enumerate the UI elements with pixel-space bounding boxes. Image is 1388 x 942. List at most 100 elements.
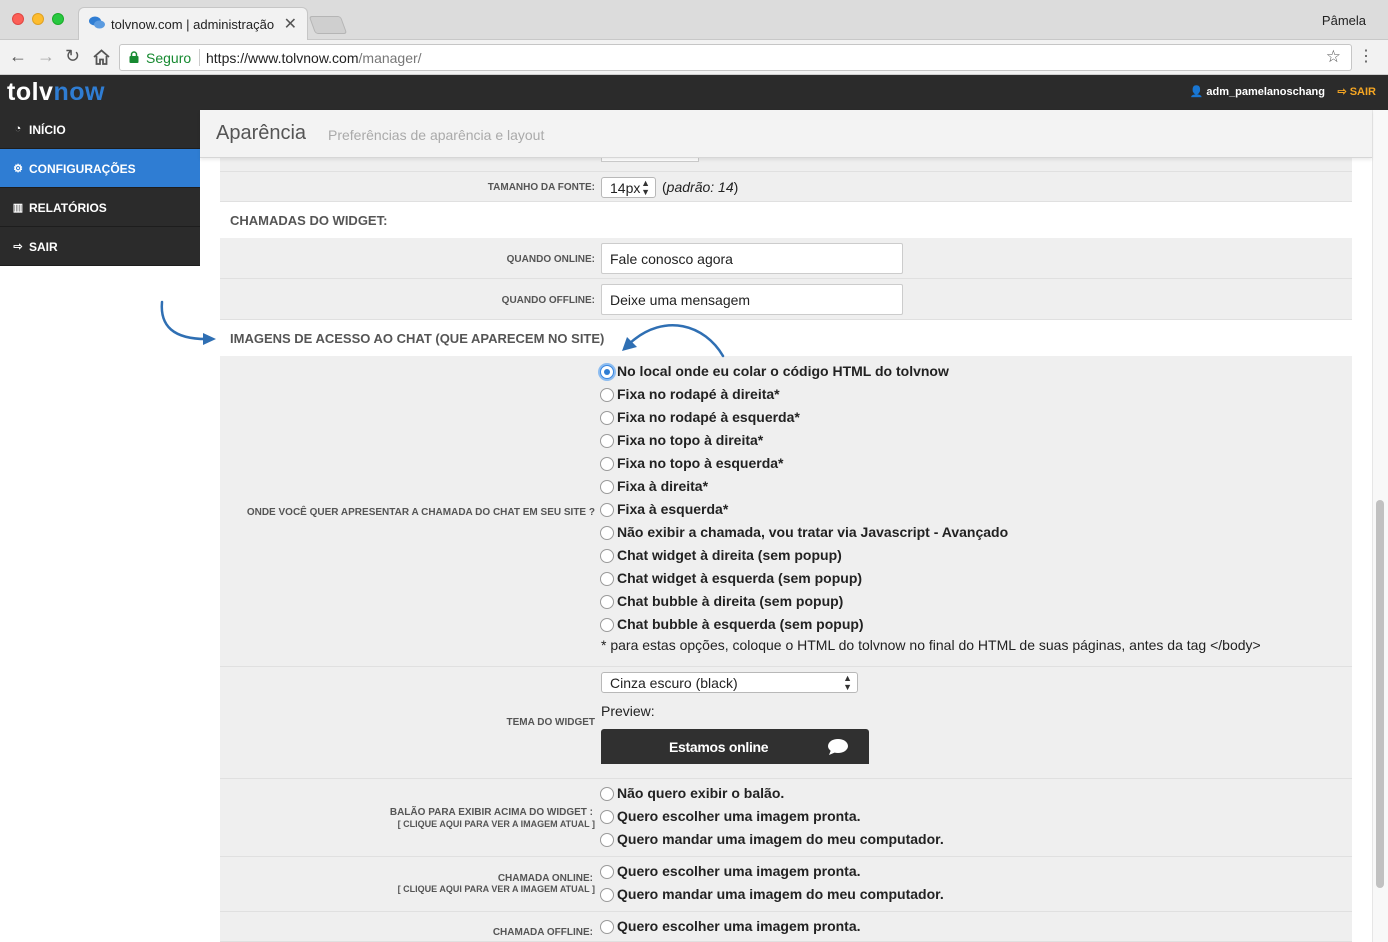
font-size-label: TAMANHO DA FONTE: bbox=[487, 182, 595, 193]
star-icon[interactable]: ☆ bbox=[1326, 47, 1341, 67]
browser-profile[interactable]: Pâmela bbox=[1322, 13, 1366, 28]
option-label: Fixa à direita* bbox=[617, 478, 709, 494]
option-label: Fixa no rodapé à direita* bbox=[617, 386, 780, 402]
preview-text: Estamos online bbox=[669, 739, 769, 755]
option-label: Fixa à esquerda* bbox=[617, 501, 729, 517]
radio-button[interactable] bbox=[600, 457, 614, 471]
sidebar-item-label: INÍCIO bbox=[29, 123, 66, 137]
radio-button[interactable] bbox=[600, 595, 614, 609]
radio-button[interactable] bbox=[600, 411, 614, 425]
position-note: * para estas opções, coloque o HTML do t… bbox=[601, 637, 1261, 653]
address-bar[interactable]: Seguro https://www.tolvnow.com/manager/ … bbox=[119, 44, 1352, 71]
online-row: QUANDO ONLINE: Fale conosco agora bbox=[220, 238, 1352, 279]
radio-button[interactable] bbox=[600, 787, 614, 801]
url-path: /manager/ bbox=[358, 50, 422, 66]
minimize-window-icon[interactable] bbox=[32, 13, 44, 25]
browser-tab[interactable]: tolvnow.com | administração ✕ bbox=[78, 7, 308, 40]
theme-select[interactable]: Cinza escuro (black) ▲ ▼ bbox=[601, 672, 858, 693]
radio-button[interactable] bbox=[600, 503, 614, 517]
radio-button[interactable] bbox=[600, 618, 614, 632]
url-host: https://www.tolvnow.com bbox=[206, 50, 359, 66]
option-label: Quero mandar uma imagem do meu computado… bbox=[617, 886, 944, 902]
radio-button[interactable] bbox=[600, 810, 614, 824]
tab-close-icon[interactable]: ✕ bbox=[284, 14, 297, 34]
radio-button[interactable] bbox=[600, 526, 614, 540]
lock-icon bbox=[129, 51, 139, 63]
menu-icon[interactable]: ⋮ bbox=[1358, 46, 1374, 66]
radio-button[interactable] bbox=[600, 920, 614, 934]
sidebar-item-configuracoes[interactable]: ⚙ CONFIGURAÇÕES bbox=[0, 149, 200, 188]
online-label: QUANDO ONLINE: bbox=[506, 254, 595, 265]
page-title: Aparência bbox=[216, 122, 307, 144]
online-text-input[interactable]: Fale conosco agora bbox=[601, 243, 903, 274]
radio-button[interactable] bbox=[600, 888, 614, 902]
close-window-icon[interactable] bbox=[12, 13, 24, 25]
logo-part-b: now bbox=[53, 78, 105, 106]
offline-text-input[interactable]: Deixe uma mensagem bbox=[601, 284, 903, 315]
section-chat-images: IMAGENS DE ACESSO AO CHAT (QUE APARECEM … bbox=[230, 331, 605, 346]
radio-button[interactable] bbox=[600, 865, 614, 879]
user-name: adm_pamelanoschang bbox=[1206, 86, 1325, 98]
option-label: Quero escolher uma imagem pronta. bbox=[617, 918, 861, 934]
option-label: Não exibir a chamada, vou tratar via Jav… bbox=[617, 524, 1009, 540]
back-icon[interactable]: ← bbox=[9, 46, 27, 67]
balloon-view-link[interactable]: [ CLIQUE AQUI PARA VER A IMAGEM ATUAL ] bbox=[220, 819, 595, 829]
option-label: Fixa no rodapé à esquerda* bbox=[617, 409, 800, 425]
radio-button[interactable] bbox=[600, 833, 614, 847]
radio-button[interactable] bbox=[600, 480, 614, 494]
radio-button[interactable] bbox=[600, 572, 614, 586]
select-arrows-icon: ▲ ▼ bbox=[843, 673, 852, 692]
page-header: Aparência Preferências de aparência e la… bbox=[200, 110, 1372, 158]
chat-bubbles-icon bbox=[89, 16, 105, 29]
sidebar-background bbox=[0, 266, 200, 942]
option-label: Não quero exibir o balão. bbox=[617, 785, 785, 801]
online-call-view-link[interactable]: [ CLIQUE AQUI PARA VER A IMAGEM ATUAL ] bbox=[220, 884, 595, 894]
logout-link[interactable]: ⇨ SAIR bbox=[1337, 85, 1376, 98]
online-call-label: CHAMADA ONLINE: bbox=[497, 873, 593, 884]
bar-chart-icon: ▥ bbox=[12, 202, 24, 214]
user-link[interactable]: 👤 adm_pamelanoschang bbox=[1190, 85, 1325, 98]
option-label: Quero escolher uma imagem pronta. bbox=[617, 863, 861, 879]
browser-tab-bar: tolvnow.com | administração ✕ Pâmela bbox=[0, 0, 1388, 40]
sidebar-item-sair[interactable]: ⇨ SAIR bbox=[0, 227, 200, 266]
sidebar-item-inicio[interactable]: ◔ INÍCIO bbox=[0, 110, 200, 149]
dashboard-icon: ◔ bbox=[14, 123, 22, 135]
position-label: ONDE VOCÊ QUER APRESENTAR A CHAMADA DO C… bbox=[246, 507, 595, 518]
sidebar-item-label: CONFIGURAÇÕES bbox=[29, 162, 136, 176]
sidebar-item-label: SAIR bbox=[29, 240, 58, 254]
option-label: Quero mandar uma imagem do meu computado… bbox=[617, 831, 944, 847]
font-size-hint-default: padrão: 14 bbox=[666, 179, 734, 195]
section-widget-calls: CHAMADAS DO WIDGET: bbox=[230, 213, 388, 228]
scrollbar-thumb[interactable] bbox=[1376, 500, 1384, 888]
gears-icon: ⚙ bbox=[13, 163, 23, 175]
offline-call-label: CHAMADA OFFLINE: bbox=[492, 927, 593, 938]
font-size-select[interactable]: 14px ▲ ▼ bbox=[601, 177, 656, 198]
logout-label: SAIR bbox=[1349, 86, 1376, 98]
option-label: Fixa no topo à direita* bbox=[617, 432, 764, 448]
font-size-row: TAMANHO DA FONTE: 14px ▲ ▼ (padrão: 14) bbox=[220, 172, 1352, 202]
speech-bubble-icon bbox=[828, 739, 848, 755]
radio-button[interactable] bbox=[600, 388, 614, 402]
radio-button[interactable] bbox=[600, 365, 614, 379]
sidebar-item-relatorios[interactable]: ▥ RELATÓRIOS bbox=[0, 188, 200, 227]
option-label: Chat widget à esquerda (sem popup) bbox=[617, 570, 863, 586]
user-icon: 👤 bbox=[1189, 86, 1207, 98]
reload-icon[interactable]: ↻ bbox=[65, 46, 80, 67]
offline-label: QUANDO OFFLINE: bbox=[501, 295, 595, 306]
radio-button[interactable] bbox=[600, 549, 614, 563]
new-tab-button[interactable] bbox=[308, 16, 348, 34]
font-size-hint: (padrão: 14) bbox=[662, 179, 738, 195]
option-label: Chat bubble à direita (sem popup) bbox=[617, 593, 844, 609]
option-label: Quero escolher uma imagem pronta. bbox=[617, 808, 861, 824]
logo-part-a: tolv bbox=[7, 78, 54, 106]
offline-row: QUANDO OFFLINE: Deixe uma mensagem bbox=[220, 279, 1352, 320]
home-icon[interactable] bbox=[93, 49, 110, 65]
forward-icon[interactable]: → bbox=[37, 46, 55, 67]
font-size-value: 14px bbox=[610, 180, 641, 196]
option-label: No local onde eu colar o código HTML do … bbox=[617, 363, 949, 379]
page-subtitle: Preferências de aparência e layout bbox=[328, 127, 545, 143]
logo[interactable]: tolvnow bbox=[7, 78, 105, 107]
maximize-window-icon[interactable] bbox=[52, 13, 64, 25]
sidebar: ◔ INÍCIO ⚙ CONFIGURAÇÕES ▥ RELATÓRIOS ⇨ … bbox=[0, 110, 200, 266]
radio-button[interactable] bbox=[600, 434, 614, 448]
